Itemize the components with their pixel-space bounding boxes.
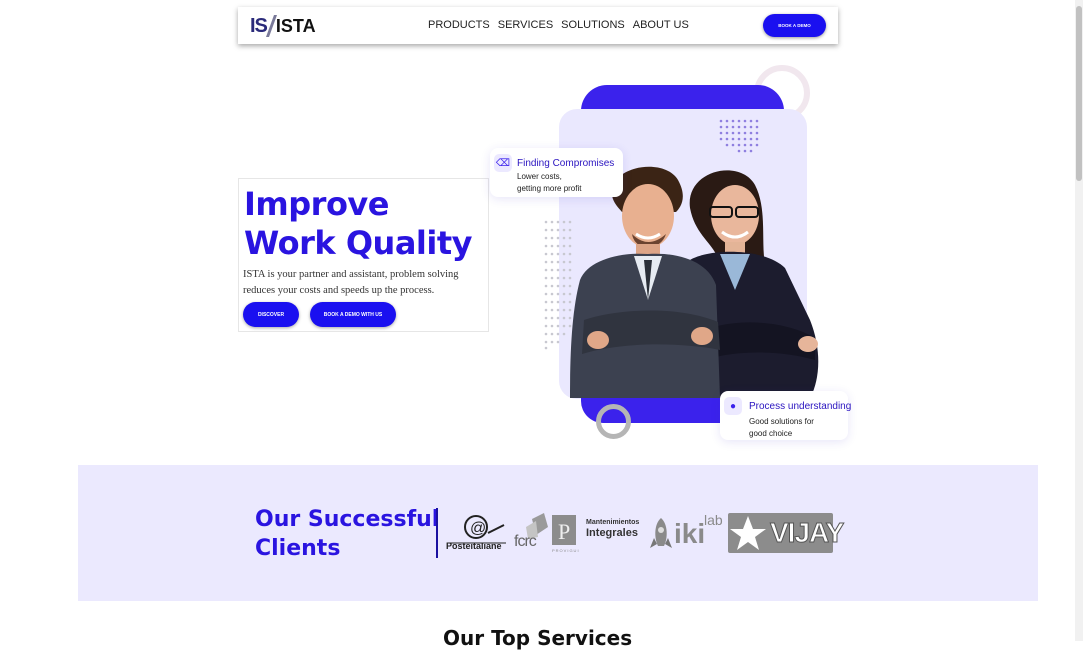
clients-title: Our Successful Clients	[255, 505, 439, 563]
mantenimientos-integrales-logo: Mantenimientos Integrales	[586, 519, 648, 545]
clients-title-line-1: Our Successful	[255, 507, 440, 532]
menu-item-services[interactable]: SERVICES	[498, 19, 553, 31]
decorative-ring-bottom	[596, 404, 631, 439]
hero-subtitle: ISTA is your partner and assistant, prob…	[243, 269, 459, 296]
vijay-logo: VIJAY	[728, 513, 845, 553]
clients-title-line-2: Clients	[255, 536, 341, 561]
logo-ista-text: ISTA	[275, 15, 316, 36]
svg-text:@: @	[470, 520, 486, 537]
ikilab-logo: iki lab	[648, 512, 728, 552]
hero-title-line-2: Work Quality	[244, 224, 473, 262]
main-menu: PRODUCTS SERVICES SOLUTIONS ABOUT US	[428, 19, 689, 31]
page-scrollbar[interactable]	[1075, 0, 1083, 641]
ticket-icon: ⌫	[494, 154, 512, 172]
feature-card-line-2: getting more profit	[517, 184, 582, 193]
feature-card-line-1: Good solutions for	[749, 417, 814, 426]
mantenimientos-text: Mantenimientos	[586, 519, 640, 526]
feature-card-title: Process understanding	[749, 401, 852, 412]
book-demo-with-us-button[interactable]: BOOK A DEMO WITH US	[310, 302, 396, 327]
book-demo-button[interactable]: BOOK A DEMO	[763, 14, 826, 37]
feature-card-process-understanding: ● Process understanding Good solutions f…	[720, 391, 852, 440]
apple-icon: ●	[724, 397, 742, 415]
logo-is-text: IS	[250, 14, 268, 37]
feature-card-line-1: Lower costs,	[517, 172, 562, 181]
svg-text:P: P	[558, 519, 570, 544]
feature-card-title: Finding Compromises	[517, 158, 615, 169]
hero-text-card: Improve Work Quality ISTA is your partne…	[238, 178, 489, 332]
scrollbar-thumb[interactable]	[1076, 6, 1082, 181]
hero-title: Improve Work Quality	[244, 185, 473, 263]
clients-divider	[436, 508, 438, 558]
discover-button[interactable]: DISCOVER	[243, 302, 299, 327]
vijay-text: VIJAY	[769, 517, 844, 549]
poste-italiane-text: Posteitaliane	[446, 541, 502, 551]
integrales-text: Integrales	[586, 527, 638, 539]
top-navbar: IS ISTA PRODUCTS SERVICES SOLUTIONS ABOU…	[238, 7, 838, 44]
clients-section: Our Successful Clients @ Posteitaliane P…	[78, 465, 1038, 601]
iki-text: iki	[674, 518, 706, 549]
fcrc-text: fcrc	[514, 533, 537, 550]
menu-item-products[interactable]: PRODUCTS	[428, 19, 490, 31]
menu-item-about-us[interactable]: ABOUT US	[633, 19, 689, 31]
star-icon	[730, 516, 766, 550]
ista-logo[interactable]: IS ISTA	[250, 13, 316, 39]
lab-text: lab	[704, 512, 723, 528]
feature-card-finding-compromises: ⌫ Finding Compromises Lower costs, getti…	[490, 148, 623, 197]
hero-title-line-1: Improve	[244, 185, 389, 223]
rocket-icon	[650, 518, 672, 548]
provigui-text: PROVIGUI	[552, 548, 580, 553]
top-services-title: Our Top Services	[443, 626, 633, 650]
poste-italiane-logo: @ Posteitaliane	[444, 513, 510, 553]
fcrc-logo: P fcrc PROVIGUI	[514, 513, 580, 555]
menu-item-solutions[interactable]: SOLUTIONS	[561, 19, 625, 31]
feature-card-line-2: good choice	[749, 429, 793, 438]
